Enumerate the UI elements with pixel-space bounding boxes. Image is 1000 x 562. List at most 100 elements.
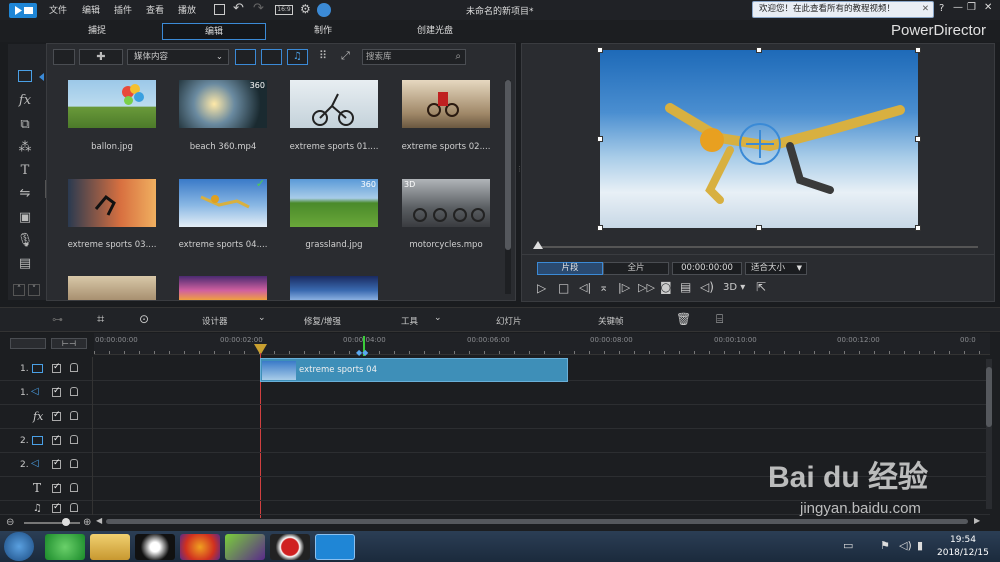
- volume-icon[interactable]: ◁): [700, 280, 714, 294]
- transition-room-icon[interactable]: ⇋: [16, 186, 34, 201]
- media-thumb-partial[interactable]: [290, 276, 378, 300]
- scroll-up-icon[interactable]: ˄: [13, 284, 25, 296]
- media-thumb-grassland[interactable]: 360: [290, 179, 378, 227]
- save-icon[interactable]: [214, 4, 225, 15]
- timeline-clip[interactable]: extreme sports 04: [260, 358, 568, 382]
- menu-playback[interactable]: 播放: [178, 3, 196, 16]
- subtitle-icon[interactable]: ▤: [680, 280, 691, 294]
- search-library-input[interactable]: 搜索库 ⌕: [362, 49, 466, 65]
- slideshow-button[interactable]: 幻灯片: [496, 315, 522, 327]
- lock-icon[interactable]: [70, 411, 78, 420]
- scroll-thumb[interactable]: [986, 367, 992, 427]
- zoom-in-icon[interactable]: ⊕: [83, 517, 91, 528]
- threed-toggle[interactable]: 3D ▾: [723, 282, 745, 293]
- lock-icon[interactable]: [70, 435, 78, 444]
- menu-view[interactable]: 查看: [146, 3, 164, 16]
- tools-button[interactable]: 工具: [401, 315, 418, 327]
- import-media-icon[interactable]: [53, 49, 75, 65]
- chapter-room-icon[interactable]: ▤: [16, 256, 34, 271]
- track-enable-checkbox[interactable]: [52, 434, 61, 445]
- image-filter-icon[interactable]: [261, 49, 282, 65]
- track-enable-checkbox[interactable]: [52, 362, 61, 373]
- media-thumb-partial[interactable]: [68, 276, 156, 300]
- close-banner-icon[interactable]: ✕: [922, 2, 929, 17]
- media-filter-dropdown[interactable]: 媒体内容 ⌄: [127, 49, 229, 65]
- preview-scrub-bar[interactable]: [538, 246, 978, 248]
- menu-plugins[interactable]: 插件: [114, 3, 132, 16]
- media-thumb-extreme02[interactable]: [402, 80, 490, 128]
- scroll-left-icon[interactable]: ◀: [96, 516, 102, 525]
- resize-handle[interactable]: [756, 225, 762, 231]
- track-enable-checkbox[interactable]: [52, 458, 61, 469]
- movie-mode-button[interactable]: 全片: [603, 262, 669, 275]
- crop-icon[interactable]: ⌗: [97, 312, 104, 327]
- media-thumb-beach360[interactable]: 360: [179, 80, 267, 128]
- lock-icon[interactable]: [70, 363, 78, 372]
- lock-icon[interactable]: [70, 459, 78, 468]
- track-manager-icon[interactable]: [10, 338, 46, 349]
- resize-handle[interactable]: [597, 225, 603, 231]
- timeline-vertical-scrollbar[interactable]: [986, 359, 992, 509]
- close-window-icon[interactable]: ✕: [984, 2, 992, 13]
- minimize-icon[interactable]: —: [953, 2, 963, 13]
- fit-timeline-icon[interactable]: ⊢⊣: [51, 338, 87, 349]
- track-enable-checkbox[interactable]: [52, 482, 61, 493]
- track-enable-checkbox[interactable]: [52, 386, 61, 397]
- designer-button[interactable]: 设计器: [202, 315, 228, 327]
- expand-view-icon[interactable]: ⤢: [341, 49, 350, 63]
- chevron-down-icon[interactable]: ⌄: [258, 313, 266, 323]
- tab-edit[interactable]: 编辑: [162, 23, 266, 40]
- transition-icon[interactable]: ⊙: [139, 312, 149, 326]
- track-enable-checkbox[interactable]: [52, 502, 61, 513]
- zoom-out-icon[interactable]: ⊖: [6, 517, 14, 528]
- particle-room-icon[interactable]: ⁂: [16, 140, 34, 155]
- timeline-ruler[interactable]: 00:00:00:00 00:00:02:00 00:00:04:00 00:0…: [94, 333, 990, 355]
- panel-splitter[interactable]: ⋮: [516, 165, 523, 179]
- fast-forward-icon[interactable]: ▷▷: [638, 281, 655, 294]
- timecode-display[interactable]: 00:00:00:00: [672, 262, 742, 275]
- fx-room-icon[interactable]: fx: [16, 93, 34, 108]
- scroll-down-icon[interactable]: ˅: [28, 284, 40, 296]
- split-icon[interactable]: ⌅: [599, 281, 608, 294]
- audio-mixing-icon[interactable]: ▣: [16, 210, 34, 225]
- clip-mode-button[interactable]: 片段: [537, 262, 603, 275]
- network-icon[interactable]: ▭: [843, 539, 853, 552]
- audio-filter-icon[interactable]: ♫: [287, 49, 308, 65]
- prev-frame-icon[interactable]: ◁|: [579, 281, 591, 294]
- undo-icon[interactable]: ↶: [233, 1, 244, 16]
- menu-file[interactable]: 文件: [49, 3, 67, 16]
- redo-icon[interactable]: ↷: [253, 1, 264, 16]
- media-room-icon[interactable]: [18, 70, 32, 82]
- firefox-icon[interactable]: [180, 534, 220, 560]
- resolution-icon[interactable]: 16:9: [275, 5, 293, 15]
- resize-handle[interactable]: [597, 47, 603, 53]
- resize-handle[interactable]: [915, 136, 921, 142]
- link-icon[interactable]: ⊶: [52, 313, 63, 326]
- qq-icon[interactable]: [135, 534, 175, 560]
- library-scrollbar[interactable]: [505, 80, 511, 294]
- zoom-slider[interactable]: [24, 522, 80, 524]
- resize-handle[interactable]: [915, 47, 921, 53]
- marker-icon[interactable]: ⌸: [716, 312, 723, 327]
- undock-icon[interactable]: ⇱: [756, 280, 766, 294]
- upgrade-icon[interactable]: [317, 3, 331, 17]
- security-icon[interactable]: ⚑: [880, 539, 890, 552]
- video-filter-icon[interactable]: [235, 49, 256, 65]
- preview-frame[interactable]: [600, 50, 918, 228]
- stop-icon[interactable]: □: [558, 281, 569, 295]
- file-explorer-icon[interactable]: [90, 534, 130, 560]
- keyframe-button[interactable]: 关键帧: [598, 315, 624, 327]
- resize-handle[interactable]: [597, 136, 603, 142]
- resize-handle[interactable]: [915, 225, 921, 231]
- media-thumb-extreme01[interactable]: [290, 80, 378, 128]
- settings-gear-icon[interactable]: ⚙: [300, 2, 311, 16]
- volume-tray-icon[interactable]: ◁): [899, 539, 912, 552]
- resize-handle[interactable]: [756, 47, 762, 53]
- start-button[interactable]: [4, 532, 34, 561]
- scrub-handle[interactable]: [533, 241, 543, 249]
- zoom-handle-icon[interactable]: ◆◆: [356, 349, 374, 357]
- track-enable-checkbox[interactable]: [52, 410, 61, 421]
- lock-icon[interactable]: [70, 387, 78, 396]
- fit-size-dropdown[interactable]: 适合大小 ▼: [745, 262, 807, 275]
- recorder-icon[interactable]: [270, 534, 310, 560]
